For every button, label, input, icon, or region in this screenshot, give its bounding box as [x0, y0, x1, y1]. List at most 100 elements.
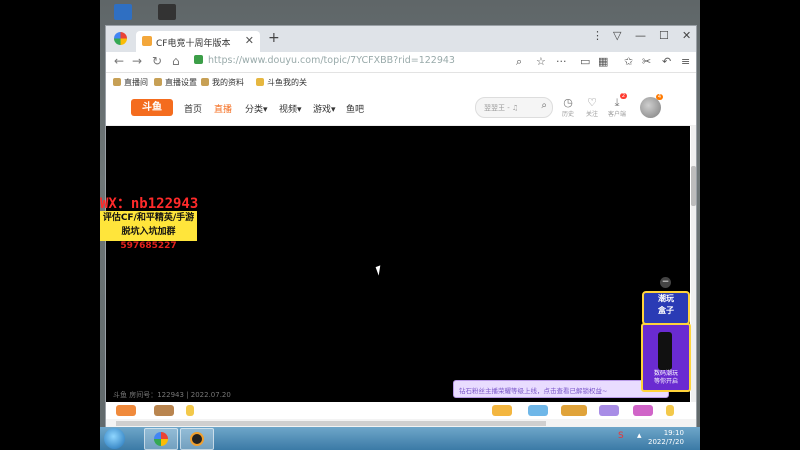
bookmark-icon [154, 78, 162, 86]
client-button[interactable]: ⤓ 客户端 2 [604, 93, 630, 118]
wx-contact-text: WX：nb122943 [100, 196, 199, 212]
stream-overlay-ad: WX：nb122943 评估CF/和平精英/手游 脱坑入坑加群 597685227 [100, 193, 200, 251]
nav-home[interactable]: 首页 [184, 102, 202, 115]
bookmark-icon [113, 78, 121, 86]
gift-item-icon[interactable] [186, 405, 194, 416]
hscroll-thumb[interactable] [116, 421, 546, 426]
favorites-icon[interactable]: ✩ [624, 55, 633, 68]
back-icon[interactable]: ← [114, 54, 124, 68]
new-tab-icon[interactable]: + [268, 30, 280, 46]
bookmark-icon [201, 78, 209, 86]
bookmark-star-icon[interactable]: ☆ [536, 55, 546, 68]
folder-icon [256, 78, 264, 86]
product-image [658, 332, 672, 370]
taskbar-browser[interactable] [144, 428, 178, 450]
bookmark-item[interactable]: 直播设置 [154, 77, 197, 88]
menu-icon[interactable]: ⋮ [592, 29, 603, 42]
heart-icon: ♡ [587, 96, 597, 109]
nav-games[interactable]: 游戏▾ [313, 102, 336, 115]
nav-video[interactable]: 视频▾ [279, 102, 302, 115]
vertical-scrollbar[interactable] [691, 126, 696, 402]
address-toolbar: ← → ↻ ⌂ https://www.douyu.com/topic/7YCF… [106, 52, 696, 73]
gift-item-icon[interactable] [528, 405, 548, 416]
zoom-icon[interactable]: ⌕ [516, 55, 522, 69]
fan-notice-banner[interactable]: 钻石粉丝主播荣耀等级上线，点击查看已解锁权益~ ⊠ [453, 380, 669, 398]
tray-expand-icon[interactable]: ▴ [637, 431, 642, 441]
more-icon[interactable]: ··· [556, 55, 567, 68]
taskbar-app[interactable] [180, 428, 214, 450]
overlay-line1: 评估CF/和平精英/手游 [102, 213, 195, 223]
site-search[interactable]: 翌翌王 - ♫ ⌕ [475, 97, 553, 118]
gift-item-icon[interactable] [154, 405, 174, 416]
follow-button[interactable]: ♡ 关注 [579, 96, 605, 118]
douyu-header: 斗鱼 首页 直播 分类▾ 视频▾ 游戏▾ 鱼吧 翌翌王 - ♫ ⌕ ◷ 历史 ♡ 关… [106, 91, 696, 126]
avatar-badge: 4 [655, 94, 663, 100]
bookmark-folder[interactable]: 斗鱼我的关 [256, 77, 307, 88]
overlay-line2-prefix: 脱坑入坑加群 [121, 227, 176, 237]
gift-item-icon[interactable] [599, 405, 619, 416]
minimize-icon[interactable]: — [635, 29, 646, 42]
gift-item-icon[interactable] [116, 405, 136, 416]
history-button[interactable]: ◷ 历史 [555, 96, 581, 118]
input-method-icon[interactable]: S [618, 431, 624, 441]
letterbox-left [0, 0, 100, 450]
browser-logo-icon[interactable] [114, 32, 127, 45]
promo-title: 潮玩 盒子 [642, 291, 690, 325]
browser-task-icon [154, 432, 168, 446]
douyu-favicon-icon [142, 36, 152, 46]
clock-icon: ◷ [563, 96, 573, 109]
letterbox-right [700, 0, 800, 450]
maximize-icon[interactable]: ☐ [659, 29, 669, 42]
scissors-icon[interactable]: ✂ [642, 55, 651, 68]
network-icon[interactable] [158, 4, 176, 20]
room-watermark: 斗鱼 房间号：122943 | 2022.07.20 [113, 391, 231, 399]
apps-icon[interactable]: ▦ [598, 55, 608, 68]
home-icon[interactable]: ⌂ [172, 54, 180, 68]
avatar[interactable]: 4 [640, 94, 663, 118]
nav-fishbar[interactable]: 鱼吧 [346, 102, 364, 115]
taskbar: S ▴ 19:10 2022/7/20 [100, 427, 700, 450]
gift-item-icon[interactable] [633, 405, 653, 416]
close-tab-icon[interactable]: ✕ [245, 34, 254, 47]
minimize-promo-icon[interactable]: − [660, 277, 671, 288]
search-icon[interactable]: ⌕ [541, 100, 547, 111]
scroll-thumb[interactable] [691, 166, 696, 206]
gift-item-icon[interactable] [666, 405, 674, 416]
forward-icon[interactable]: → [132, 54, 142, 68]
secure-lock-icon [194, 55, 203, 64]
tab-title: CF电竞十周年版本 [156, 39, 231, 49]
close-window-icon[interactable]: ✕ [682, 29, 691, 42]
gift-item-icon[interactable] [492, 405, 512, 416]
hamburger-menu-icon[interactable]: ≡ [681, 55, 690, 68]
overlay-group-number: 597685227 [120, 241, 177, 251]
search-placeholder: 翌翌王 - ♫ [484, 104, 519, 112]
app-task-icon [190, 432, 204, 446]
nav-live[interactable]: 直播 [214, 102, 232, 115]
gift-bar [106, 402, 696, 418]
gift-item-icon[interactable] [561, 405, 587, 416]
douyu-logo[interactable]: 斗鱼 [131, 99, 173, 116]
overlay-ad-box: 评估CF/和平精英/手游 脱坑入坑加群 597685227 [100, 211, 197, 251]
reload-icon[interactable]: ↻ [152, 54, 162, 68]
mouse-cursor-icon [375, 265, 384, 276]
undo-icon[interactable]: ↶ [662, 55, 671, 68]
promo-body[interactable]: 数码潮玩 等你开启 [641, 323, 691, 392]
shirt-icon[interactable]: ▽ [613, 29, 621, 42]
start-button[interactable] [104, 428, 125, 449]
client-badge: 2 [619, 93, 627, 99]
bookmark-item[interactable]: 我的资料 [201, 77, 244, 88]
notice-text: 钻石粉丝主播荣耀等级上线，点击查看已解锁权益~ [459, 387, 608, 395]
promo-label: 数码潮玩 等你开启 [653, 370, 678, 385]
tab-strip: CF电竞十周年版本 ✕ + ⋮ ▽ — ☐ ✕ [106, 26, 696, 52]
bookmark-item[interactable]: 直播间 [113, 77, 148, 88]
system-clock[interactable]: 19:10 2022/7/20 [648, 429, 684, 447]
url-text: https://www.douyu.com/topic/7YCFXBB?rid=… [208, 55, 455, 66]
computer-icon[interactable] [114, 4, 132, 20]
promo-widget[interactable]: − 潮玩 盒子 数码潮玩 等你开启 [639, 276, 691, 406]
browser-tab[interactable]: CF电竞十周年版本 ✕ [136, 31, 260, 52]
nav-category[interactable]: 分类▾ [245, 102, 268, 115]
video-player[interactable]: 斗鱼 房间号：122943 | 2022.07.20 钻石粉丝主播荣耀等级上线，… [106, 126, 691, 402]
bookmarks-bar: 直播间 直播设置 我的资料 斗鱼我的关 [106, 73, 696, 91]
reading-icon[interactable]: ▭ [580, 55, 590, 68]
address-bar[interactable]: https://www.douyu.com/topic/7YCFXBB?rid=… [194, 55, 524, 69]
